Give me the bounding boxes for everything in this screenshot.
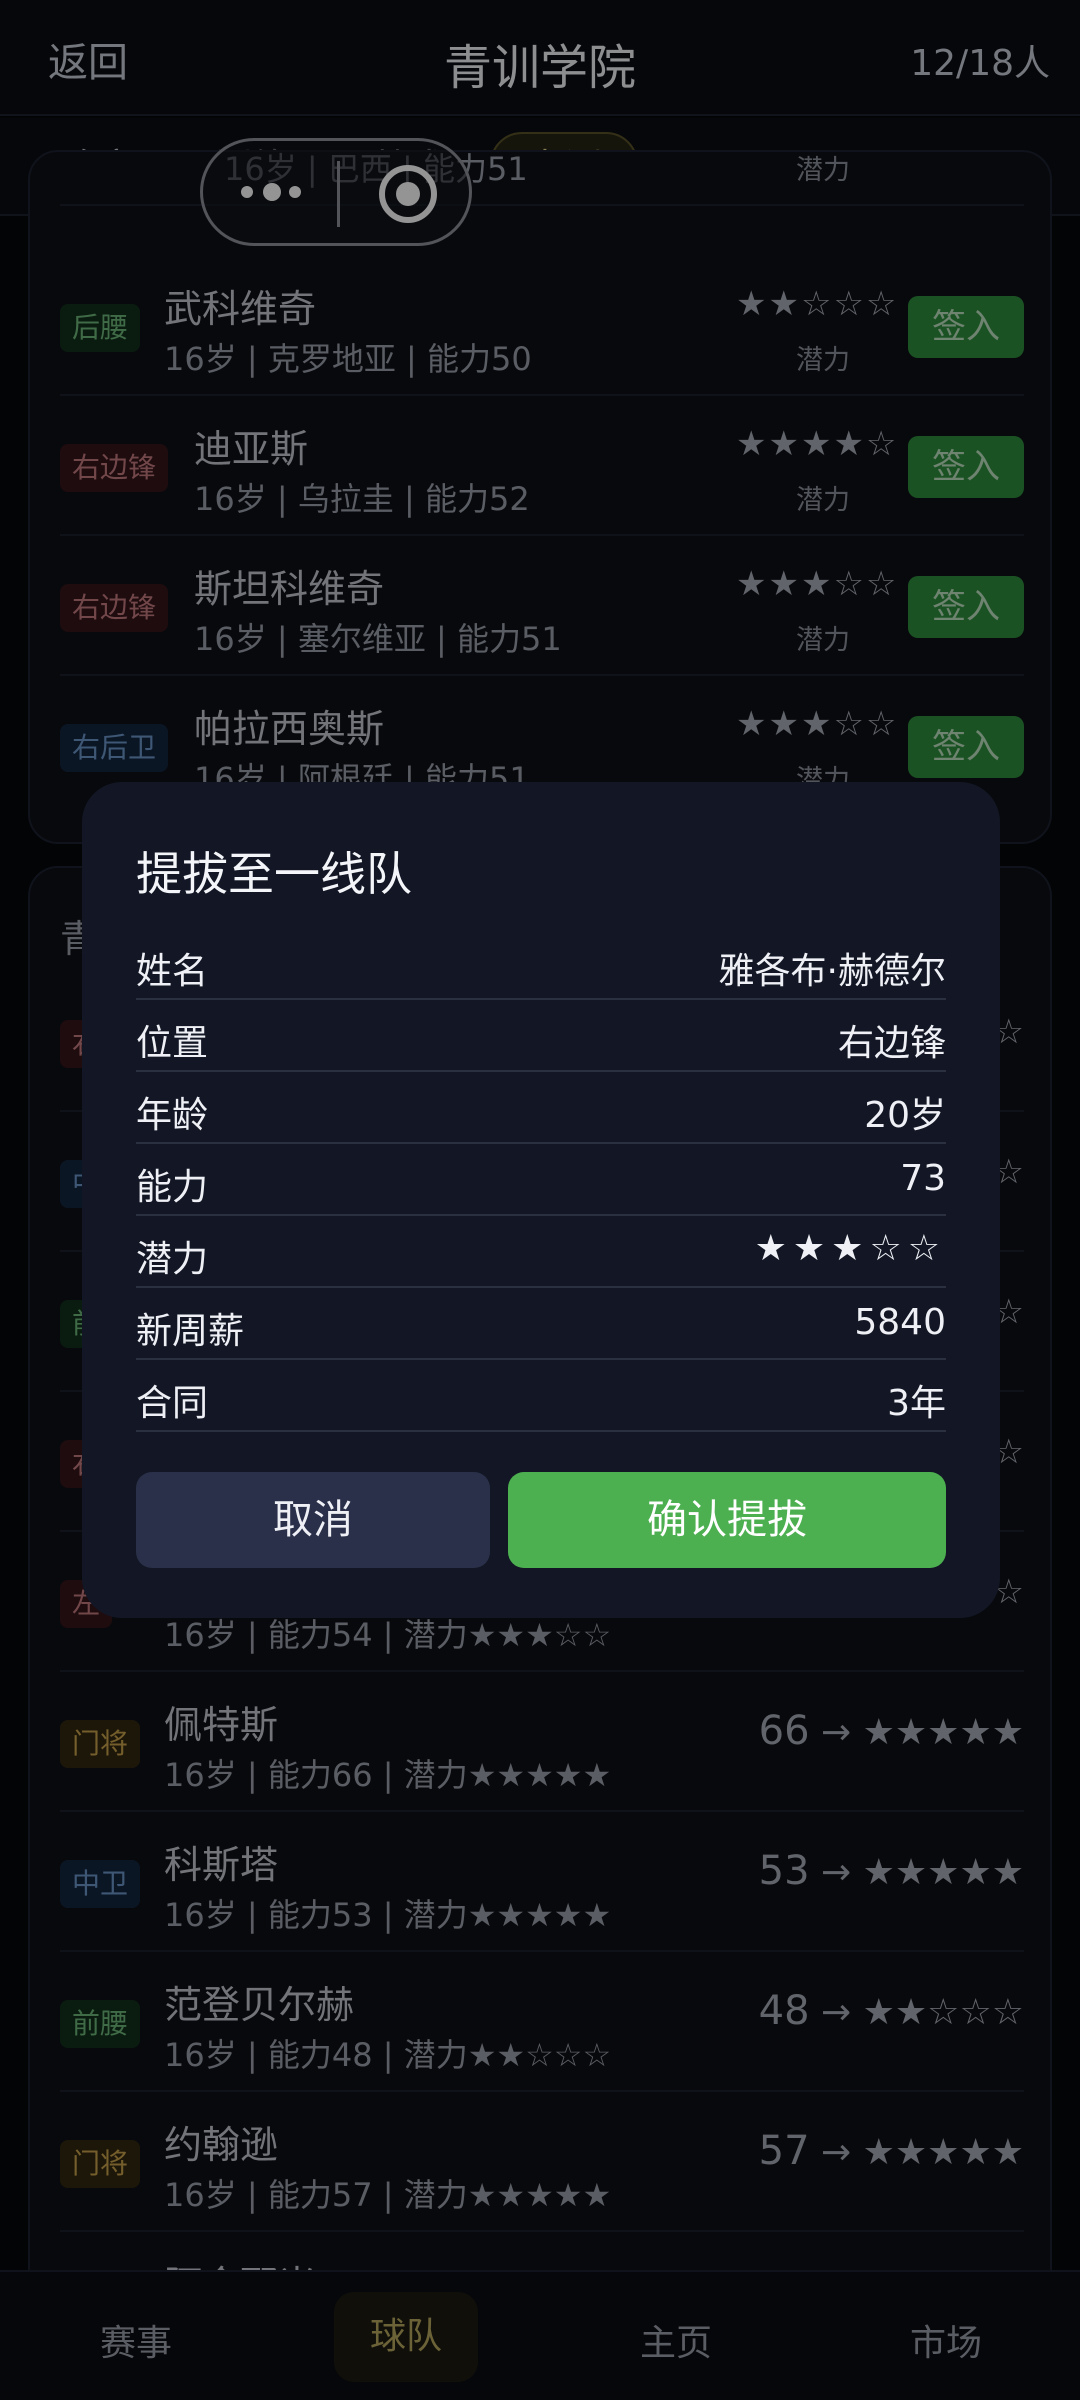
field-label: 合同 [136,1383,209,1424]
field-label: 潜力 [136,1239,209,1280]
field-label: 新周薪 [136,1311,245,1352]
field-weekly-wage: 新周薪 5840 [136,1288,946,1360]
dialog-title: 提拔至一线队 [136,847,412,901]
potential-stars: ★★★☆☆ [754,1228,946,1269]
field-value: 20岁 [864,1095,946,1136]
field-contract: 合同 3年 [136,1360,946,1432]
field-name: 姓名 雅各布·赫德尔 [136,928,946,1000]
field-value: 73 [900,1158,946,1199]
field-potential: 潜力 ★★★☆☆ [136,1216,946,1288]
confirm-promote-button[interactable]: 确认提拔 [508,1472,946,1568]
field-age: 年龄 20岁 [136,1072,946,1144]
field-label: 能力 [136,1167,209,1208]
field-value: 5840 [854,1302,946,1343]
field-label: 位置 [136,1023,209,1064]
field-value: 雅各布·赫德尔 [718,951,946,992]
field-label: 姓名 [136,951,209,992]
promote-dialog: 提拔至一线队 姓名 雅各布·赫德尔 位置 右边锋 年龄 20岁 能力 73 潜力… [82,782,1000,1618]
cancel-button[interactable]: 取消 [136,1472,490,1568]
field-value: 3年 [887,1383,946,1424]
field-ability: 能力 73 [136,1144,946,1216]
field-value: 右边锋 [837,1023,946,1064]
field-label: 年龄 [136,1095,209,1136]
field-position: 位置 右边锋 [136,1000,946,1072]
